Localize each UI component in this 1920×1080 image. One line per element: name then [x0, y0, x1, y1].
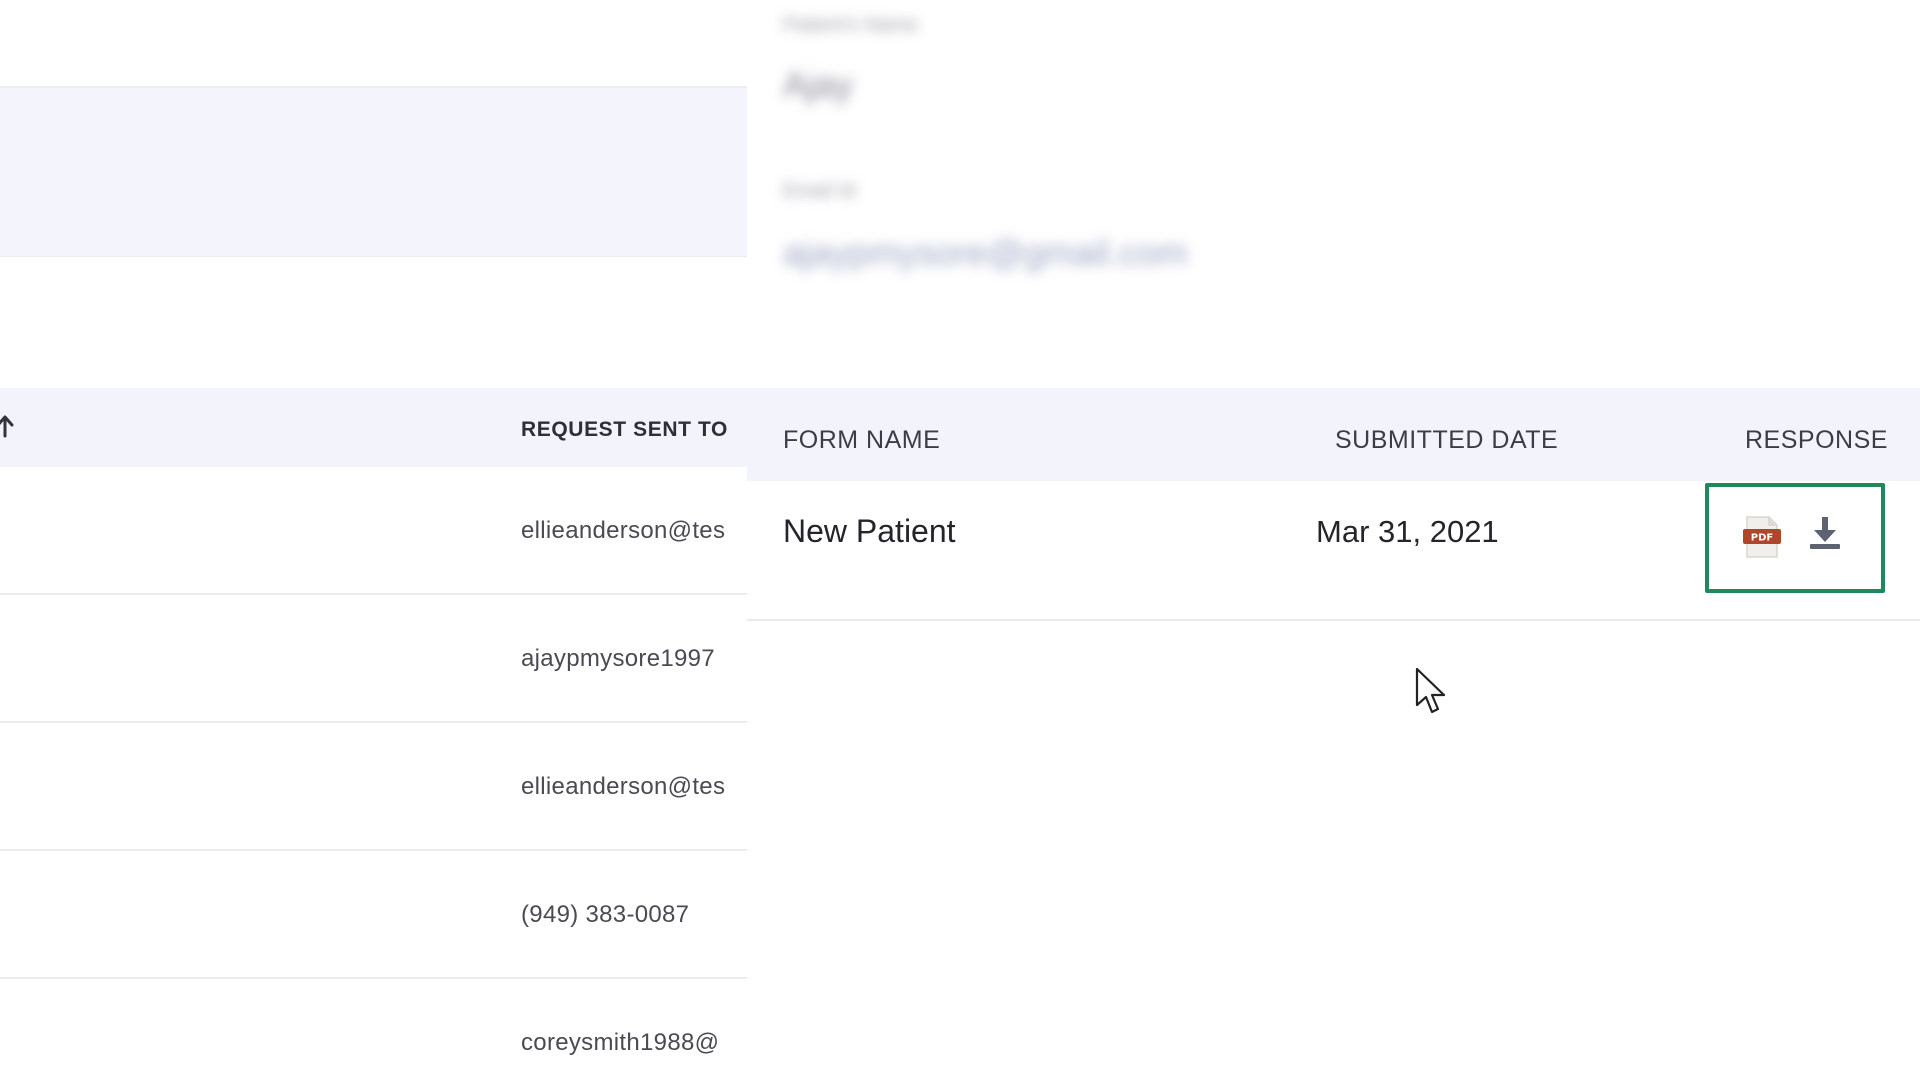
request-sent-to-cell: coreysmith1988@ [521, 1029, 720, 1056]
table-row[interactable]: ellieanderson@tes [0, 723, 747, 851]
response-actions-highlight: PDF [1705, 483, 1885, 593]
table-row[interactable]: ajaypmysore1997 [0, 595, 747, 723]
screen: REQUEST SENT TO ellieanderson@tes ajaypm… [0, 0, 1920, 1080]
filter-band [0, 88, 747, 257]
patient-detail-panel: Patient's Name Ajay Email Id ajaypmysore… [747, 0, 1920, 1080]
submitted-date-cell: Mar 31, 2021 [1316, 514, 1499, 549]
column-header-request-sent-to[interactable]: REQUEST SENT TO [521, 418, 728, 442]
patient-name-label: Patient's Name [783, 14, 918, 36]
column-header-response: RESPONSE [1745, 426, 1888, 454]
sort-arrow-icon[interactable] [0, 414, 14, 438]
table-row[interactable]: coreysmith1988@ [0, 979, 747, 1080]
form-name-cell: New Patient [783, 513, 956, 549]
pdf-icon[interactable]: PDF [1743, 515, 1781, 559]
request-sent-to-cell: (949) 383-0087 [521, 901, 690, 928]
request-list-page: REQUEST SENT TO ellieanderson@tes ajaypm… [0, 0, 747, 1080]
request-sent-to-cell: ajaypmysore1997 [521, 645, 715, 672]
download-icon[interactable] [1807, 515, 1843, 551]
column-header-form-name: FORM NAME [783, 426, 941, 454]
email-value: ajaypmysore@gmail.com [783, 232, 1188, 273]
patient-name-value: Ajay [783, 64, 854, 105]
column-header-submitted-date: SUBMITTED DATE [1335, 426, 1559, 454]
table-row[interactable]: ellieanderson@tes [0, 467, 747, 595]
request-sent-to-cell: ellieanderson@tes [521, 773, 726, 800]
request-sent-to-cell: ellieanderson@tes [521, 517, 726, 544]
email-label: Email Id [783, 180, 856, 202]
list-rows: ellieanderson@tes ajaypmysore1997 elliea… [0, 467, 747, 1080]
table-row: New Patient Mar 31, 2021 PDF [747, 481, 1920, 621]
table-row[interactable]: (949) 383-0087 [0, 851, 747, 979]
pdf-badge-text: PDF [1751, 533, 1773, 544]
